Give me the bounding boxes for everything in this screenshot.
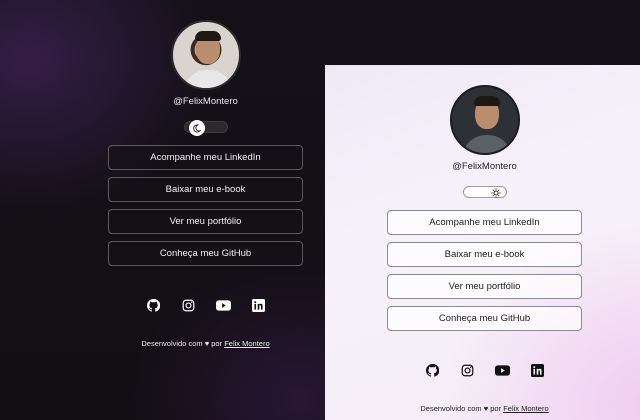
github-icon[interactable] (146, 298, 161, 313)
footer-text: Desenvolvido com ♥ por (420, 404, 502, 413)
linkedin-icon[interactable] (251, 298, 266, 313)
social-icons (146, 298, 266, 313)
github-icon[interactable] (425, 363, 440, 378)
username: @FelixMontero (452, 161, 517, 172)
light-profile-card: @FelixMontero Acompanhe meu LinkedIn Bai… (387, 85, 582, 413)
linkedin-link-button[interactable]: Acompanhe meu LinkedIn (387, 210, 582, 235)
author-link[interactable]: Felix Montero (503, 404, 548, 413)
theme-toggle[interactable] (462, 185, 507, 201)
github-link-button[interactable]: Conheça meu GitHub (108, 241, 303, 266)
instagram-icon[interactable] (181, 298, 196, 313)
avatar (449, 85, 520, 155)
dark-profile-card: @FelixMontero Acompanhe meu LinkedIn Bai… (108, 20, 303, 348)
moon-icon (188, 120, 205, 136)
footer-credit: Desenvolvido com ♥ por Felix Montero (420, 404, 548, 413)
linkedin-icon[interactable] (530, 363, 545, 378)
footer-credit: Desenvolvido com ♥ por Felix Montero (141, 339, 269, 348)
link-list: Acompanhe meu LinkedIn Baixar meu e-book… (387, 210, 582, 331)
portfolio-link-button[interactable]: Ver meu portfólio (387, 274, 582, 299)
youtube-icon[interactable] (215, 298, 231, 313)
author-link[interactable]: Felix Montero (224, 339, 269, 348)
github-link-button[interactable]: Conheça meu GitHub (387, 306, 582, 331)
username: @FelixMontero (173, 96, 238, 107)
linkedin-link-button[interactable]: Acompanhe meu LinkedIn (108, 145, 303, 170)
youtube-icon[interactable] (494, 363, 510, 378)
avatar (170, 20, 241, 90)
portfolio-link-button[interactable]: Ver meu portfólio (108, 209, 303, 234)
footer-text: Desenvolvido com ♥ por (141, 339, 223, 348)
link-list: Acompanhe meu LinkedIn Baixar meu e-book… (108, 145, 303, 266)
ebook-download-button[interactable]: Baixar meu e-book (387, 242, 582, 267)
ebook-download-button[interactable]: Baixar meu e-book (108, 177, 303, 202)
social-icons (425, 363, 545, 378)
theme-toggle[interactable] (183, 120, 228, 136)
sun-icon (488, 185, 504, 201)
instagram-icon[interactable] (460, 363, 475, 378)
